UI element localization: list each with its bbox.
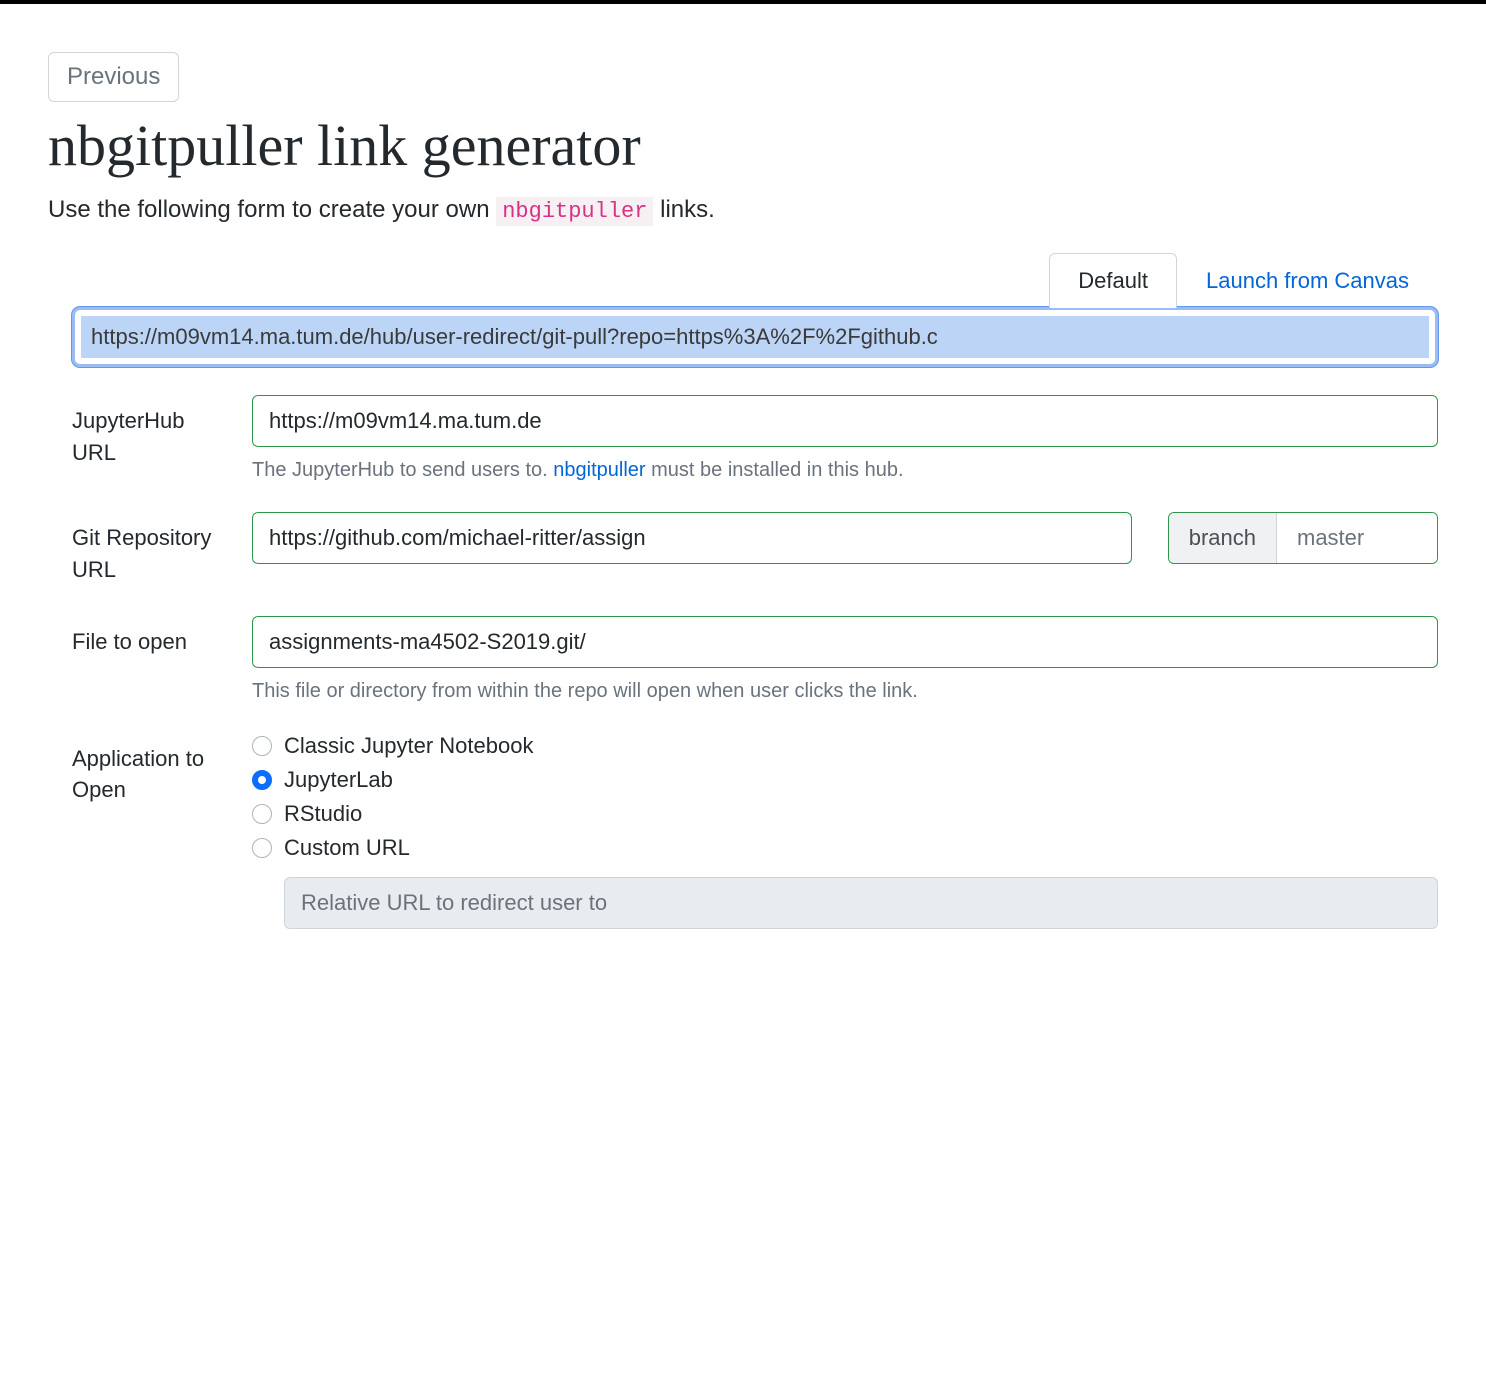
radio-classic[interactable]: Classic Jupyter Notebook — [252, 733, 1438, 759]
radio-rstudio-label: RStudio — [284, 801, 362, 827]
radio-classic-label: Classic Jupyter Notebook — [284, 733, 533, 759]
app-radio-list: Classic Jupyter Notebook JupyterLab RStu… — [252, 733, 1438, 929]
hub-helper-suffix: must be installed in this hub. — [646, 459, 904, 481]
radio-custom-label: Custom URL — [284, 835, 410, 861]
file-input[interactable] — [252, 616, 1438, 668]
subtitle-suffix: links. — [653, 196, 714, 223]
branch-input[interactable] — [1277, 513, 1437, 563]
app-label: Application to Open — [72, 733, 228, 807]
radio-rstudio[interactable]: RStudio — [252, 801, 1438, 827]
hub-url-label: JupyterHub URL — [72, 395, 228, 469]
radio-circle-icon — [252, 736, 272, 756]
hub-url-input[interactable] — [252, 395, 1438, 447]
tab-default[interactable]: Default — [1049, 253, 1177, 308]
radio-circle-icon — [252, 838, 272, 858]
tabs: Default Launch from Canvas — [72, 252, 1438, 307]
custom-url-input — [284, 877, 1438, 929]
generated-url[interactable]: https://m09vm14.ma.tum.de/hub/user-redir… — [81, 316, 1429, 358]
tab-canvas[interactable]: Launch from Canvas — [1177, 253, 1438, 308]
subtitle-code: nbgitpuller — [496, 197, 653, 226]
radio-jupyterlab-label: JupyterLab — [284, 767, 393, 793]
subtitle-prefix: Use the following form to create your ow… — [48, 196, 496, 223]
branch-group: branch — [1168, 512, 1438, 564]
generated-url-container: https://m09vm14.ma.tum.de/hub/user-redir… — [72, 307, 1438, 367]
radio-jupyterlab[interactable]: JupyterLab — [252, 767, 1438, 793]
previous-button[interactable]: Previous — [48, 52, 179, 102]
radio-circle-selected-icon — [252, 770, 272, 790]
nbgitpuller-link[interactable]: nbgitpuller — [553, 459, 645, 481]
file-label: File to open — [72, 616, 228, 658]
hub-helper-prefix: The JupyterHub to send users to. — [252, 459, 553, 481]
hub-helper-text: The JupyterHub to send users to. nbgitpu… — [252, 459, 1438, 482]
page-title: nbgitpuller link generator — [48, 114, 1438, 178]
radio-circle-icon — [252, 804, 272, 824]
branch-label: branch — [1169, 513, 1277, 563]
repo-url-label: Git Repository URL — [72, 512, 228, 586]
page-subtitle: Use the following form to create your ow… — [48, 196, 1438, 224]
repo-url-input[interactable] — [252, 512, 1132, 564]
radio-custom[interactable]: Custom URL — [252, 835, 1438, 861]
file-helper-text: This file or directory from within the r… — [252, 680, 1438, 703]
